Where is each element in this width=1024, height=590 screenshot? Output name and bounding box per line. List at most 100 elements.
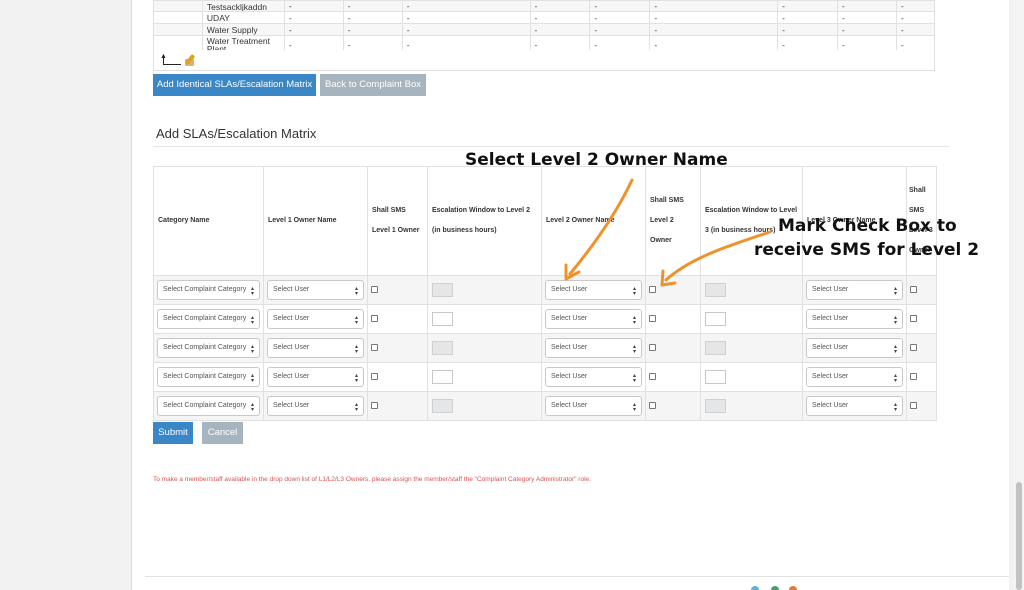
footer-divider	[145, 576, 1009, 577]
value-cell: -	[342, 0, 403, 12]
scrollbar-thumb[interactable]	[1016, 482, 1022, 590]
escalation-level3-input[interactable]	[705, 312, 726, 326]
value-cell: -	[895, 11, 936, 24]
escalation-level2-input[interactable]	[432, 283, 453, 297]
level1-owner-select[interactable]: Select User ▴▾	[267, 396, 364, 416]
table-cell	[906, 275, 937, 305]
annotation-checkbox-line1: Mark Check Box to	[778, 216, 957, 236]
footer-icon[interactable]	[789, 586, 797, 590]
sms-level1-checkbox[interactable]	[371, 315, 378, 323]
category-select[interactable]: Select Complaint Category ▴▾	[157, 280, 260, 300]
sms-level1-checkbox[interactable]	[371, 286, 378, 294]
table-cell	[367, 391, 428, 421]
footer-icon[interactable]	[751, 586, 759, 590]
value-cell: -	[837, 0, 897, 12]
chevron-updown-icon: ▴▾	[353, 401, 359, 411]
level3-owner-select[interactable]: Select User ▴▾	[806, 309, 903, 329]
level2-owner-select[interactable]: Select User ▴▾	[545, 280, 642, 300]
table-cell	[906, 362, 937, 392]
table-cell	[645, 333, 701, 363]
escalation-level3-input[interactable]	[705, 341, 726, 355]
sms-level1-checkbox[interactable]	[371, 402, 378, 410]
section-title: Add SLAs/Escalation Matrix	[156, 126, 317, 141]
category-select[interactable]: Select Complaint Category ▴▾	[157, 367, 260, 387]
value-cell: -	[649, 0, 779, 12]
edit-icon[interactable]	[184, 53, 197, 66]
chevron-updown-icon: ▴▾	[892, 401, 898, 411]
sms-level2-checkbox[interactable]	[649, 286, 656, 294]
sms-level1-checkbox[interactable]	[371, 344, 378, 352]
table-cell	[645, 304, 701, 334]
level3-owner-select[interactable]: Select User ▴▾	[806, 367, 903, 387]
sms-level2-checkbox[interactable]	[649, 344, 656, 352]
table-cell: Select Complaint Category ▴▾	[153, 333, 264, 363]
chevron-updown-icon: ▴▾	[353, 285, 359, 295]
level3-owner-select[interactable]: Select User ▴▾	[806, 338, 903, 358]
annotation-checkbox-line2: receive SMS for Level 2	[754, 240, 980, 260]
chevron-updown-icon: ▴▾	[892, 343, 898, 353]
chevron-updown-icon: ▴▾	[353, 314, 359, 324]
header-escalation-level2: Escalation Window to Level 2 (in busines…	[427, 166, 542, 276]
escalation-level2-input[interactable]	[432, 312, 453, 326]
return-arrow-icon[interactable]: ▲	[160, 53, 182, 66]
chevron-updown-icon: ▴▾	[631, 314, 637, 324]
sms-level2-checkbox[interactable]	[649, 373, 656, 381]
escalation-level2-input[interactable]	[432, 399, 453, 413]
escalation-level2-input[interactable]	[432, 370, 453, 384]
category-select[interactable]: Select Complaint Category ▴▾	[157, 338, 260, 358]
table-footer-actions: ▲	[153, 50, 935, 71]
level2-owner-select[interactable]: Select User ▴▾	[545, 338, 642, 358]
footer-icon[interactable]	[771, 586, 779, 590]
level2-owner-select-value: Select User	[551, 344, 588, 351]
value-cell: -	[777, 23, 839, 36]
level3-owner-select-value: Select User	[812, 402, 849, 409]
level2-owner-select[interactable]: Select User ▴▾	[545, 396, 642, 416]
table-row: Water Supply - - - - - - - - -	[153, 23, 936, 36]
escalation-level3-input[interactable]	[705, 370, 726, 384]
escalation-level2-input[interactable]	[432, 341, 453, 355]
level3-owner-select-value: Select User	[812, 373, 849, 380]
chevron-updown-icon: ▴▾	[892, 314, 898, 324]
escalation-level3-input[interactable]	[705, 399, 726, 413]
sms-level3-checkbox[interactable]	[910, 286, 917, 294]
annotation-level2-owner-name: Select Level 2 Owner Name	[465, 150, 728, 170]
back-to-complaint-box-button[interactable]: Back to Complaint Box	[320, 74, 426, 96]
table-cell	[645, 362, 701, 392]
sms-level3-checkbox[interactable]	[910, 373, 917, 381]
sms-level3-checkbox[interactable]	[910, 402, 917, 410]
sms-level2-checkbox[interactable]	[649, 315, 656, 323]
header-sms-level1: Shall SMS Level 1 Owner	[367, 166, 428, 276]
submit-button[interactable]: Submit	[153, 422, 193, 444]
sms-level1-checkbox[interactable]	[371, 373, 378, 381]
escalation-level3-input[interactable]	[705, 283, 726, 297]
level3-owner-select[interactable]: Select User ▴▾	[806, 396, 903, 416]
category-select[interactable]: Select Complaint Category ▴▾	[157, 309, 260, 329]
level1-owner-select[interactable]: Select User ▴▾	[267, 338, 364, 358]
chevron-updown-icon: ▴▾	[631, 372, 637, 382]
table-cell: Select Complaint Category ▴▾	[153, 362, 264, 392]
table-cell	[427, 304, 542, 334]
sms-level2-checkbox[interactable]	[649, 402, 656, 410]
row-spacer	[153, 0, 203, 12]
value-cell: -	[589, 23, 651, 36]
table-cell	[700, 362, 803, 392]
level3-owner-select[interactable]: Select User ▴▾	[806, 280, 903, 300]
table-cell: Select User ▴▾	[541, 275, 646, 305]
table-row: Select Complaint Category ▴▾ Select User ▴▾…	[153, 304, 937, 334]
cancel-button[interactable]: Cancel	[202, 422, 243, 444]
category-select[interactable]: Select Complaint Category ▴▾	[157, 396, 260, 416]
level2-owner-select-value: Select User	[551, 286, 588, 293]
row-spacer	[153, 23, 203, 36]
level1-owner-select[interactable]: Select User ▴▾	[267, 280, 364, 300]
level2-owner-select[interactable]: Select User ▴▾	[545, 309, 642, 329]
level1-owner-select[interactable]: Select User ▴▾	[267, 309, 364, 329]
sms-level3-checkbox[interactable]	[910, 315, 917, 323]
chevron-updown-icon: ▴▾	[249, 343, 255, 353]
table-cell	[427, 275, 542, 305]
level2-owner-select[interactable]: Select User ▴▾	[545, 367, 642, 387]
sms-level3-checkbox[interactable]	[910, 344, 917, 352]
level1-owner-select[interactable]: Select User ▴▾	[267, 367, 364, 387]
category-select-value: Select Complaint Category	[163, 402, 247, 409]
value-cell: -	[529, 11, 591, 24]
add-identical-sla-button[interactable]: Add Identical SLAs/Escalation Matrix	[153, 74, 316, 96]
